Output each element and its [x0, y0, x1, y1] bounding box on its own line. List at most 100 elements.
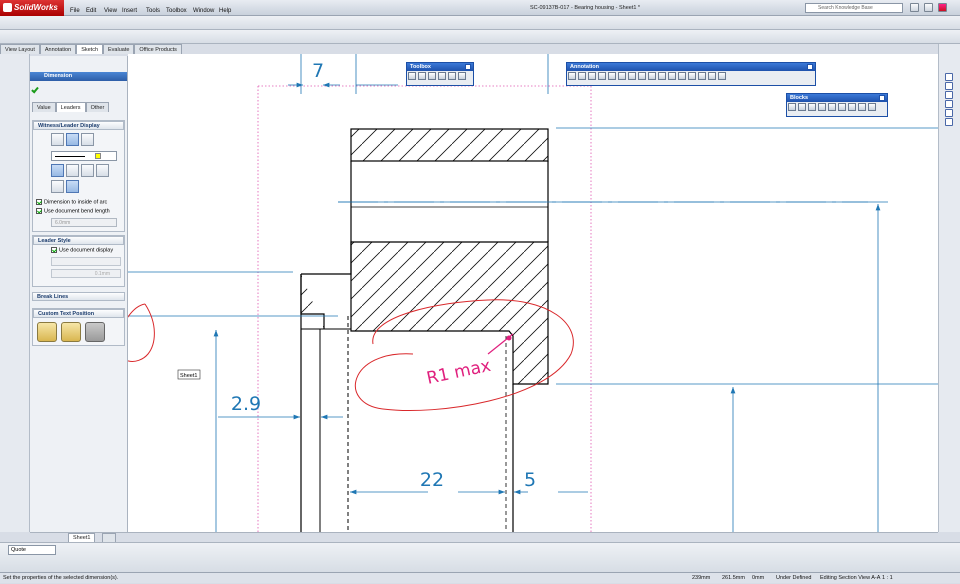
- minimize-icon[interactable]: [910, 3, 919, 12]
- configuration-select[interactable]: Quote: [8, 545, 56, 555]
- toolbox-icon[interactable]: [418, 72, 426, 80]
- dim-inside-arc-checkbox[interactable]: [36, 199, 42, 205]
- status-scale[interactable]: 1 : 1: [882, 573, 893, 584]
- leader-handle[interactable]: [506, 335, 512, 341]
- smart-dimension-icon[interactable]: [568, 72, 576, 80]
- tab-value[interactable]: Value: [32, 102, 56, 112]
- block-icon[interactable]: [858, 103, 866, 111]
- leader-style-heading[interactable]: Leader Style: [33, 236, 124, 245]
- close-icon[interactable]: [465, 64, 471, 70]
- drawing-sheet[interactable]: 7 2.9 22 5 R1 max Sheet1: [128, 54, 938, 532]
- text-position-aligned-icon[interactable]: [85, 322, 105, 342]
- status-mode: Editing Section View A-A: [820, 575, 881, 581]
- arrow-fill-icon: [95, 153, 101, 159]
- text-position-solid-leader-icon[interactable]: [37, 322, 57, 342]
- sheet-tab[interactable]: Sheet1: [68, 533, 96, 542]
- table-icon[interactable]: [698, 72, 706, 80]
- dimension-7[interactable]: 7: [312, 60, 324, 82]
- toolbox-icon[interactable]: [428, 72, 436, 80]
- balloon-icon[interactable]: [598, 72, 606, 80]
- tab-annotation[interactable]: Annotation: [39, 44, 77, 54]
- tab-office-products[interactable]: Office Products: [134, 44, 182, 54]
- witness-inside-icon[interactable]: [66, 133, 79, 146]
- witness-smart-icon[interactable]: [81, 133, 94, 146]
- tab-other[interactable]: Other: [85, 102, 110, 112]
- block-icon[interactable]: [808, 103, 816, 111]
- leader-jog-icon[interactable]: [96, 164, 109, 177]
- leader-linear-icon[interactable]: [66, 164, 79, 177]
- custom-text-position-heading[interactable]: Custom Text Position: [33, 309, 124, 318]
- dimension-2-9[interactable]: 2.9: [231, 393, 261, 415]
- close-icon[interactable]: [807, 64, 813, 70]
- tab-view-layout[interactable]: View Layout: [0, 44, 40, 54]
- restore-icon[interactable]: [924, 3, 933, 12]
- add-sheet-icon[interactable]: [102, 533, 116, 542]
- file-explorer-icon[interactable]: [945, 91, 953, 99]
- line-style-select[interactable]: [51, 257, 121, 267]
- leader-foreshortened-icon[interactable]: [81, 164, 94, 177]
- graphics-area[interactable]: 7 2.9 22 5 R1 max Sheet1: [128, 54, 938, 532]
- arrow-style-select[interactable]: [51, 151, 117, 161]
- center-mark-icon[interactable]: [648, 72, 656, 80]
- weld-symbol-icon[interactable]: [618, 72, 626, 80]
- dimension-5[interactable]: 5: [524, 469, 536, 491]
- app-logo[interactable]: SolidWorks: [0, 0, 64, 16]
- witness-outside-icon[interactable]: [51, 133, 64, 146]
- bend-length-input[interactable]: 6.0mm: [51, 217, 117, 227]
- block-icon[interactable]: [838, 103, 846, 111]
- centerline-icon[interactable]: [658, 72, 666, 80]
- use-doc-bend-row[interactable]: Use document bend length: [33, 205, 124, 215]
- toolbox-icon[interactable]: [448, 72, 456, 80]
- toolbox-icon[interactable]: [458, 72, 466, 80]
- design-library-icon[interactable]: [945, 82, 953, 90]
- close-icon[interactable]: [879, 95, 885, 101]
- witness-leader-heading[interactable]: Witness/Leader Display: [33, 121, 124, 130]
- hatch-icon[interactable]: [668, 72, 676, 80]
- gtol-icon[interactable]: [638, 72, 646, 80]
- surface-finish-icon[interactable]: [608, 72, 616, 80]
- tab-evaluate[interactable]: Evaluate: [103, 44, 135, 54]
- leader-open-icon[interactable]: [66, 180, 79, 193]
- task-pane-strip: [938, 44, 960, 532]
- text-icon[interactable]: [588, 72, 596, 80]
- block-icon[interactable]: [798, 103, 806, 111]
- block-icon[interactable]: [868, 103, 876, 111]
- tab-leaders[interactable]: Leaders: [55, 102, 86, 112]
- hole-callout-icon[interactable]: [708, 72, 716, 80]
- annotation-toolbar-title[interactable]: Annotation: [567, 63, 815, 71]
- leader-solid-icon[interactable]: [51, 180, 64, 193]
- use-doc-display-row[interactable]: Use document display: [33, 245, 124, 253]
- resources-icon[interactable]: [945, 73, 953, 81]
- break-lines-heading[interactable]: Break Lines: [32, 292, 125, 301]
- command-manager-tabs: View Layout Annotation Sketch Evaluate Offic…: [0, 44, 182, 54]
- block-icon[interactable]: [848, 103, 856, 111]
- block-icon[interactable]: [788, 103, 796, 111]
- use-doc-bend-checkbox[interactable]: [36, 208, 42, 215]
- leader-radial-icon[interactable]: [51, 164, 64, 177]
- dimension-22[interactable]: 22: [420, 469, 444, 491]
- tab-sketch[interactable]: Sketch: [76, 44, 104, 54]
- view-palette-icon[interactable]: [945, 100, 953, 108]
- chevron-down-icon[interactable]: [718, 72, 726, 80]
- block-icon[interactable]: [818, 103, 826, 111]
- datum-icon[interactable]: [628, 72, 636, 80]
- revision-icon[interactable]: [688, 72, 696, 80]
- blocks-toolbar-title[interactable]: Blocks: [787, 94, 887, 102]
- dim-inside-arc-row[interactable]: Dimension to inside of arc: [33, 195, 124, 205]
- radius-note[interactable]: R1 max: [425, 356, 493, 389]
- appearances-icon[interactable]: [945, 109, 953, 117]
- text-position-broken-leader-icon[interactable]: [61, 322, 81, 342]
- close-icon[interactable]: [938, 3, 947, 12]
- search-input[interactable]: Search Knowledge Base: [805, 3, 903, 13]
- use-doc-display-checkbox[interactable]: [51, 247, 57, 253]
- toolbox-icon[interactable]: [408, 72, 416, 80]
- toolbox-icon[interactable]: [438, 72, 446, 80]
- note-icon[interactable]: [578, 72, 586, 80]
- block-icon[interactable]: [678, 72, 686, 80]
- toolbox-toolbar-title[interactable]: Toolbox: [407, 63, 473, 71]
- custom-properties-icon[interactable]: [945, 118, 953, 126]
- ok-check-icon[interactable]: [31, 85, 39, 94]
- line-thickness-select[interactable]: 0.1mm: [51, 269, 121, 279]
- block-icon[interactable]: [828, 103, 836, 111]
- sketch-toolbar: [0, 30, 960, 44]
